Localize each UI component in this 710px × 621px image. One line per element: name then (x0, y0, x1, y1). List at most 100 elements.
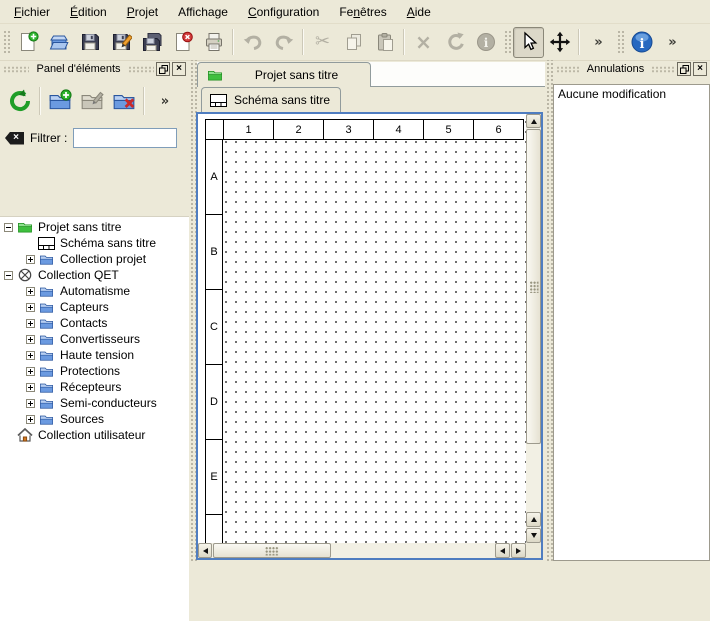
delete-icon: × (415, 32, 432, 52)
expander-toggle[interactable] (26, 399, 35, 408)
menu-e-dition[interactable]: Édition (60, 1, 117, 23)
redo-button[interactable] (268, 27, 299, 58)
menu-aide[interactable]: Aide (397, 1, 441, 23)
horizontal-scroll-thumb[interactable] (213, 543, 331, 558)
menu-projet[interactable]: Projet (117, 1, 168, 23)
expander-toggle[interactable] (26, 255, 35, 264)
reload-button[interactable] (4, 85, 36, 117)
float-panel-button[interactable] (156, 62, 170, 76)
folder-delete-button[interactable] (108, 85, 140, 117)
undo-list-item[interactable]: Aucune modification (554, 85, 709, 103)
titlebar-grip[interactable] (556, 66, 580, 73)
menu-fichier[interactable]: Fichier (4, 1, 60, 23)
close-panel-button[interactable]: × (172, 62, 186, 76)
tree-item-capteurs[interactable]: Capteurs (0, 299, 189, 315)
delete-button[interactable]: × (408, 27, 439, 58)
frame-row-label: A (205, 140, 223, 215)
undo-icon (242, 31, 264, 53)
elements-tree: Projet sans titreSchéma sans titreCollec… (0, 216, 189, 621)
titlebar-grip[interactable] (128, 66, 154, 73)
tree-item-automatisme[interactable]: Automatisme (0, 283, 189, 299)
tree-item-convertisseurs[interactable]: Convertisseurs (0, 331, 189, 347)
schema-canvas[interactable]: 123456ABCDE (198, 114, 526, 543)
menu-bar: FichierÉditionProjetAffichageConfigurati… (0, 0, 710, 24)
scroll-down-button[interactable] (526, 528, 541, 543)
vertical-scroll-thumb[interactable] (526, 129, 541, 444)
tree-item-collection-projet[interactable]: Collection projet (0, 251, 189, 267)
expander-toggle[interactable] (26, 335, 35, 344)
expander-toggle[interactable] (4, 271, 13, 280)
filter-input[interactable] (73, 128, 177, 148)
print-button[interactable] (198, 27, 229, 58)
element-info-button[interactable]: i (470, 27, 501, 58)
expander-toggle[interactable] (26, 303, 35, 312)
expander-toggle[interactable] (26, 287, 35, 296)
paste-button[interactable] (369, 27, 400, 58)
right-dock-splitter[interactable] (545, 60, 553, 561)
float-panel-button[interactable] (677, 62, 691, 76)
undo-button[interactable] (237, 27, 268, 58)
expander-toggle[interactable] (26, 367, 35, 376)
clear-filter-icon: × (13, 133, 19, 143)
close-document-button[interactable] (167, 27, 198, 58)
overflow-button[interactable]: » (583, 27, 614, 58)
arrow-up-icon (531, 119, 537, 124)
about-info-button[interactable]: i (626, 27, 657, 58)
toolbar-separator (578, 29, 580, 55)
tree-item-collection-qet[interactable]: Collection QET (0, 267, 189, 283)
tab-schema[interactable]: Schéma sans titre (201, 87, 341, 112)
tree-item-sources[interactable]: Sources (0, 411, 189, 427)
toolbar-drag-handle[interactable] (503, 29, 511, 55)
menu-fene-tres[interactable]: Fenêtres (329, 1, 396, 23)
save-all-button[interactable] (136, 27, 167, 58)
folder-edit-button[interactable] (76, 85, 108, 117)
scroll-left-button[interactable] (198, 543, 212, 558)
new-document-button[interactable] (12, 27, 43, 58)
horizontal-scrollbar[interactable] (198, 543, 526, 558)
tree-item-projet-sans-titre[interactable]: Projet sans titre (0, 219, 189, 235)
tree-item-collection-utilisateur[interactable]: Collection utilisateur (0, 427, 189, 443)
schema-icon (38, 237, 55, 250)
tree-item-haute-tension[interactable]: Haute tension (0, 347, 189, 363)
arrow-down-icon (531, 533, 537, 538)
toolbar-drag-handle[interactable] (616, 29, 624, 55)
undo-panel-dock: Annulations × Aucune modification (553, 60, 710, 581)
menu-affichage[interactable]: Affichage (168, 1, 238, 23)
folder-icon (38, 300, 55, 315)
tree-item-re-cepteurs[interactable]: Récepteurs (0, 379, 189, 395)
scroll-up-button-2[interactable] (526, 512, 541, 527)
rotate-button[interactable] (439, 27, 470, 58)
expander-toggle[interactable] (4, 223, 13, 232)
overflow-button[interactable]: » (149, 85, 181, 117)
vertical-scrollbar[interactable] (526, 114, 541, 543)
titlebar-grip[interactable] (651, 66, 675, 73)
folder-new-button[interactable] (44, 85, 76, 117)
expander-toggle[interactable] (26, 383, 35, 392)
copy-button[interactable] (338, 27, 369, 58)
tab-project[interactable]: Projet sans titre (197, 62, 371, 87)
expander-toggle[interactable] (26, 415, 35, 424)
toolbar-separator (232, 29, 234, 55)
toolbar-drag-handle[interactable] (2, 29, 10, 55)
tree-item-contacts[interactable]: Contacts (0, 315, 189, 331)
cut-button[interactable]: ✂ (307, 27, 338, 58)
menu-configuration[interactable]: Configuration (238, 1, 329, 23)
tree-item-sche-ma-sans-titre[interactable]: Schéma sans titre (0, 235, 189, 251)
scroll-right-button[interactable] (511, 543, 526, 558)
scroll-up-button[interactable] (526, 114, 541, 128)
move-button[interactable] (544, 27, 575, 58)
clear-filter-button[interactable]: × (5, 132, 24, 145)
save-button[interactable] (74, 27, 105, 58)
tree-item-protections[interactable]: Protections (0, 363, 189, 379)
expander-toggle[interactable] (26, 351, 35, 360)
scroll-left-button-2[interactable] (495, 543, 510, 558)
titlebar-grip[interactable] (3, 66, 29, 73)
overflow-button[interactable]: » (657, 27, 688, 58)
expander-toggle[interactable] (26, 319, 35, 328)
open-document-button[interactable] (43, 27, 74, 58)
pointer-button[interactable] (513, 27, 544, 58)
tree-item-semi-conducteurs[interactable]: Semi-conducteurs (0, 395, 189, 411)
save-as-button[interactable] (105, 27, 136, 58)
close-panel-button[interactable]: × (693, 62, 707, 76)
application-window: { "menu": { "items": [ {"label":"Fichier… (0, 0, 710, 581)
